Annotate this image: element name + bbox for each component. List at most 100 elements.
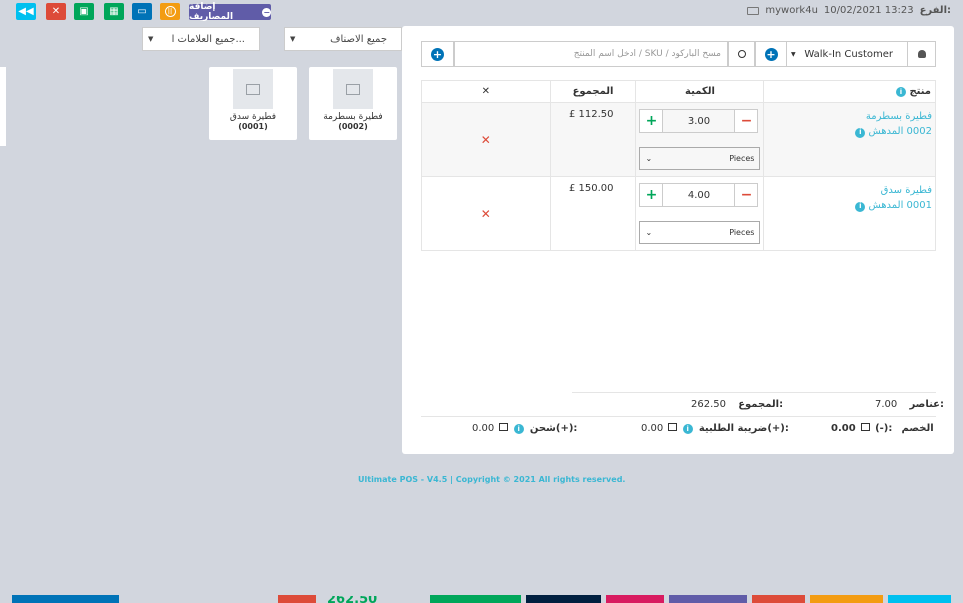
chevron-down-icon: ▼: [290, 35, 296, 43]
increase-quantity-button[interactable]: +: [639, 183, 664, 207]
items-count: 7.00 عناصر:: [875, 399, 944, 410]
brand-filter[interactable]: ▼ جميع العلامات ا...: [142, 27, 260, 51]
card-button[interactable]: [606, 595, 664, 603]
edit-icon[interactable]: [668, 423, 678, 431]
multiple-pay-button[interactable]: [526, 595, 601, 603]
add-product-button[interactable]: +: [421, 41, 454, 67]
category-filter[interactable]: ▼ جميع الاصناف: [284, 27, 402, 51]
header-subtotal: المجموع: [549, 80, 637, 103]
unit-select[interactable]: ⌄ Pieces: [639, 221, 761, 244]
fullscreen-button[interactable]: ▭: [132, 3, 152, 20]
items-value: 7.00: [875, 399, 898, 410]
discount: 0.00 (-): الخصم: [831, 423, 934, 434]
bottom-total: 262.50: [327, 596, 377, 603]
table-row: فطيرة سدق 0001 المدهش i + 4.00 − ⌄ Piece…: [421, 176, 936, 251]
table-row: فطيرة بسطرمة 0002 المدهش i + 3.00 − ⌄ Pi…: [421, 102, 936, 177]
search-icon: [737, 50, 746, 58]
keyboard-icon: [747, 6, 760, 15]
cart-product-name[interactable]: فطيرة بسطرمة: [767, 109, 932, 124]
customer-select[interactable]: ▼ Walk-In Customer: [786, 41, 908, 67]
chevron-down-icon: ▼: [148, 35, 154, 43]
pay-button[interactable]: [12, 595, 119, 603]
suspended-sales-button[interactable]: ||: [160, 3, 180, 20]
suspend-button[interactable]: [888, 595, 951, 603]
credit-sale-button[interactable]: [669, 595, 747, 603]
product-cell[interactable]: فطيرة بسطرمة 0002 المدهش i: [763, 102, 936, 177]
edit-icon[interactable]: [499, 423, 509, 431]
cancel-button[interactable]: [278, 595, 316, 603]
cart-product-name[interactable]: فطيرة سدق: [767, 183, 932, 198]
back-button[interactable]: ◀◀: [16, 3, 36, 20]
totals-divider: [421, 416, 936, 417]
total-amount: 262.50 المجموع:: [691, 399, 783, 410]
info-icon[interactable]: i: [855, 127, 866, 138]
product-name: فطيرة بسطرمة: [323, 112, 383, 122]
draft-button[interactable]: [752, 595, 805, 603]
quantity-stepper: + 3.00 −: [639, 109, 760, 133]
briefcase-icon: ▣: [79, 6, 89, 17]
unit-select[interactable]: ⌄ Pieces: [639, 147, 761, 170]
quantity-stepper: + 4.00 −: [639, 183, 760, 207]
quotation-button[interactable]: [810, 595, 883, 603]
calculator-icon: ▦: [109, 6, 119, 17]
chevron-down-icon: ▼: [791, 50, 796, 58]
calculator-button[interactable]: ▦: [104, 3, 124, 20]
cash-button[interactable]: [430, 595, 521, 603]
unit-value: Pieces: [729, 154, 755, 163]
image-placeholder-icon: [233, 69, 273, 109]
order-tax: 0.00 i ضريبة الطلبية(+):: [641, 423, 789, 434]
expense-label: إضافة المصاريف: [189, 2, 234, 22]
product-cell[interactable]: فطيرة سدق 0001 المدهش i: [763, 176, 936, 251]
add-customer-button[interactable]: +: [755, 41, 787, 67]
search-icon-box: [728, 41, 755, 67]
register-details-button[interactable]: ▣: [74, 3, 94, 20]
remove-row-button[interactable]: ✕: [421, 102, 551, 177]
increase-quantity-button[interactable]: +: [639, 109, 664, 133]
close-button[interactable]: ✕: [46, 3, 66, 20]
header-product-label: منتج: [909, 86, 931, 97]
total-value: 262.50: [691, 399, 726, 410]
shipping-value: 0.00: [472, 423, 495, 434]
info-icon: i: [895, 87, 906, 97]
edit-icon[interactable]: [860, 423, 870, 431]
cart-product-sku: 0001 المدهش: [868, 200, 932, 211]
product-sku: (0002): [338, 122, 368, 131]
header-product: منتج i: [763, 80, 936, 103]
user-icon: [917, 50, 926, 58]
product-card[interactable]: فطيرة سدق (0001): [209, 67, 297, 140]
quantity-input[interactable]: 4.00: [663, 183, 735, 207]
chevron-down-icon: ⌄: [645, 154, 653, 163]
subtotal-cell: 112.50 £: [549, 102, 637, 177]
decrease-quantity-button[interactable]: −: [734, 109, 759, 133]
customer-user-icon-box: [907, 41, 936, 67]
minus-circle-icon: −: [262, 7, 271, 17]
discount-value: 0.00: [831, 423, 856, 434]
window-icon: ▭: [137, 6, 147, 17]
quantity-input[interactable]: 3.00: [663, 109, 735, 133]
cart-table: منتج i الكمية المجموع ✕ فطيرة بسطرمة 000…: [421, 80, 936, 251]
copyright: Ultimate POS - V4.5 | Copyright © 2021 A…: [358, 475, 626, 484]
close-icon: ✕: [51, 6, 61, 17]
tax-label: ضريبة الطلبية(+):: [698, 423, 789, 434]
branch-info: mywork4u 10/02/2021 13:23 الفرع:: [747, 5, 951, 16]
location-name: mywork4u: [765, 5, 818, 16]
product-search-input[interactable]: ادخل اسم المنتج / SKU / مسح الباركود: [454, 41, 728, 67]
info-icon[interactable]: i: [855, 201, 866, 212]
add-expense-button[interactable]: إضافة المصاريف −: [189, 2, 271, 22]
plus-circle-icon: +: [431, 47, 444, 61]
product-card[interactable]: فطيرة بسطرمة (0002): [309, 67, 397, 140]
product-sku: (0001): [238, 122, 268, 131]
discount-label: الخصم: [901, 423, 934, 434]
unit-value: Pieces: [729, 228, 755, 237]
header-quantity: الكمية: [635, 80, 765, 103]
brand-filter-value: جميع العلامات ا...: [171, 33, 245, 45]
datetime: 10/02/2021 13:23: [823, 5, 914, 16]
plus-circle-icon: +: [764, 47, 778, 61]
pause-icon: ||: [164, 6, 176, 17]
quantity-cell: + 4.00 − ⌄ Pieces: [635, 176, 765, 251]
subtotal-cell: 150.00 £: [549, 176, 637, 251]
remove-row-button[interactable]: ✕: [421, 176, 551, 251]
pos-panel: ▼ Walk-In Customer + ادخل اسم المنتج / S…: [402, 26, 954, 454]
decrease-quantity-button[interactable]: −: [734, 183, 759, 207]
chevron-down-icon: ⌄: [645, 228, 653, 237]
